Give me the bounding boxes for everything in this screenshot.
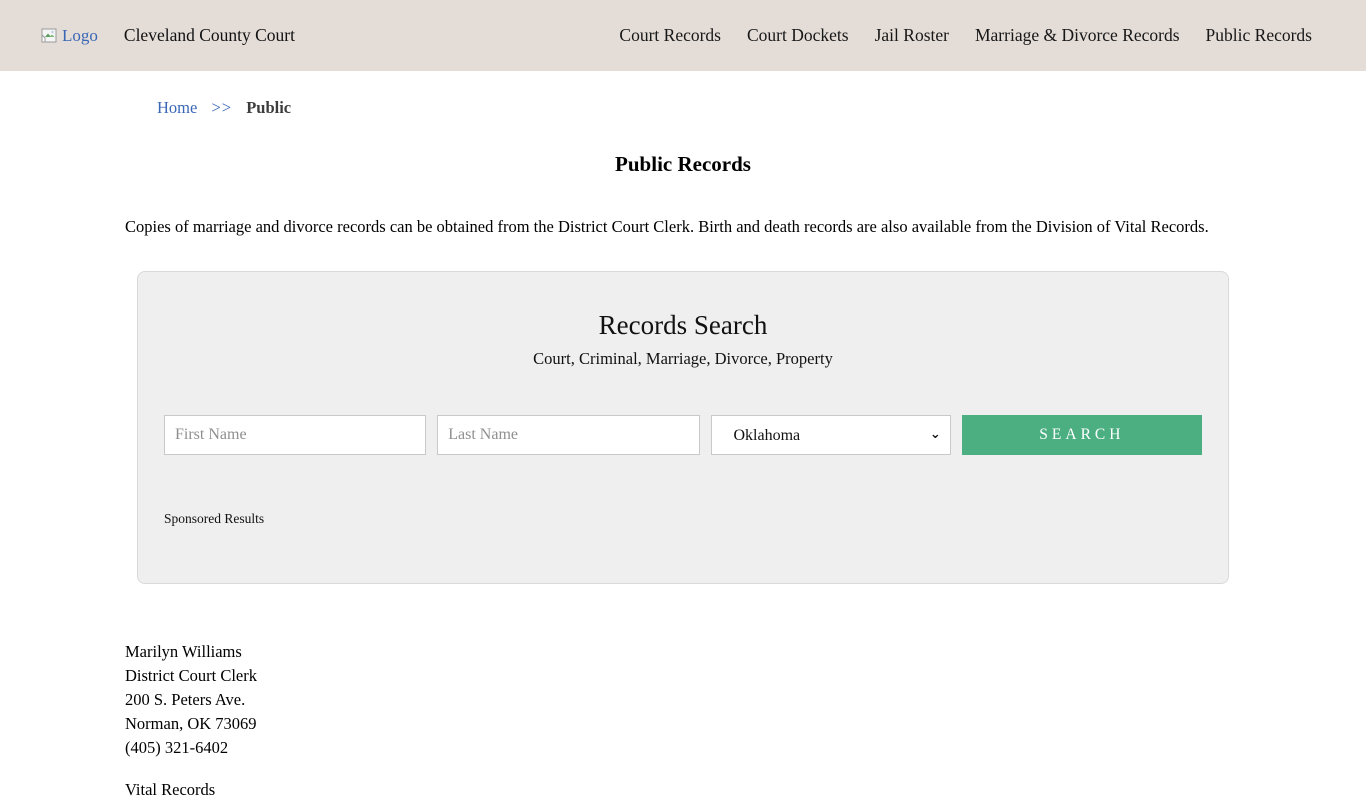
state-select[interactable]: Oklahoma <box>710 415 951 455</box>
state-select-wrap: Oklahoma ⌄ <box>710 415 951 455</box>
records-search-panel: Records Search Court, Criminal, Marriage… <box>137 271 1229 584</box>
nav-jail-roster[interactable]: Jail Roster <box>875 25 949 46</box>
breadcrumb-separator: >> <box>211 98 233 117</box>
intro-paragraph: Copies of marriage and divorce records c… <box>125 217 1209 236</box>
last-name-input[interactable] <box>437 415 700 455</box>
first-name-input[interactable] <box>164 415 427 455</box>
search-panel-title: Records Search <box>598 310 768 340</box>
broken-image-icon <box>40 28 58 44</box>
search-button[interactable]: SEARCH <box>961 415 1202 455</box>
site-header: Logo Cleveland County Court Court Record… <box>0 0 1366 71</box>
contact-name: Marilyn Williams <box>125 642 242 661</box>
site-title: Cleveland County Court <box>123 25 295 45</box>
page-title: Public Records <box>615 152 751 176</box>
contact-phone: (405) 321-6402 <box>125 738 229 757</box>
nav-marriage-divorce-records[interactable]: Marriage & Divorce Records <box>975 25 1180 46</box>
breadcrumb: Home >> Public <box>125 71 1241 118</box>
search-panel-subtitle: Court, Criminal, Marriage, Divorce, Prop… <box>533 349 833 368</box>
contact-city-state-zip: Norman, OK 73069 <box>125 714 257 733</box>
vital-records-heading: Vital Records <box>125 780 216 799</box>
logo-alt-text: Logo <box>62 25 98 45</box>
contact-block: Marilyn Williams District Court Clerk 20… <box>125 640 1241 760</box>
nav-public-records[interactable]: Public Records <box>1206 25 1312 46</box>
nav-court-dockets[interactable]: Court Dockets <box>747 25 849 46</box>
sponsored-results-label: Sponsored Results <box>164 511 265 526</box>
contact-street: 200 S. Peters Ave. <box>125 690 246 709</box>
breadcrumb-current: Public <box>246 98 292 117</box>
breadcrumb-home-link[interactable]: Home <box>157 98 197 117</box>
search-form: Oklahoma ⌄ SEARCH <box>164 415 1202 455</box>
logo-link[interactable]: Logo <box>40 26 98 46</box>
main-nav: Court Records Court Dockets Jail Roster … <box>619 25 1312 46</box>
contact-role: District Court Clerk <box>125 666 257 685</box>
nav-court-records[interactable]: Court Records <box>619 25 721 46</box>
